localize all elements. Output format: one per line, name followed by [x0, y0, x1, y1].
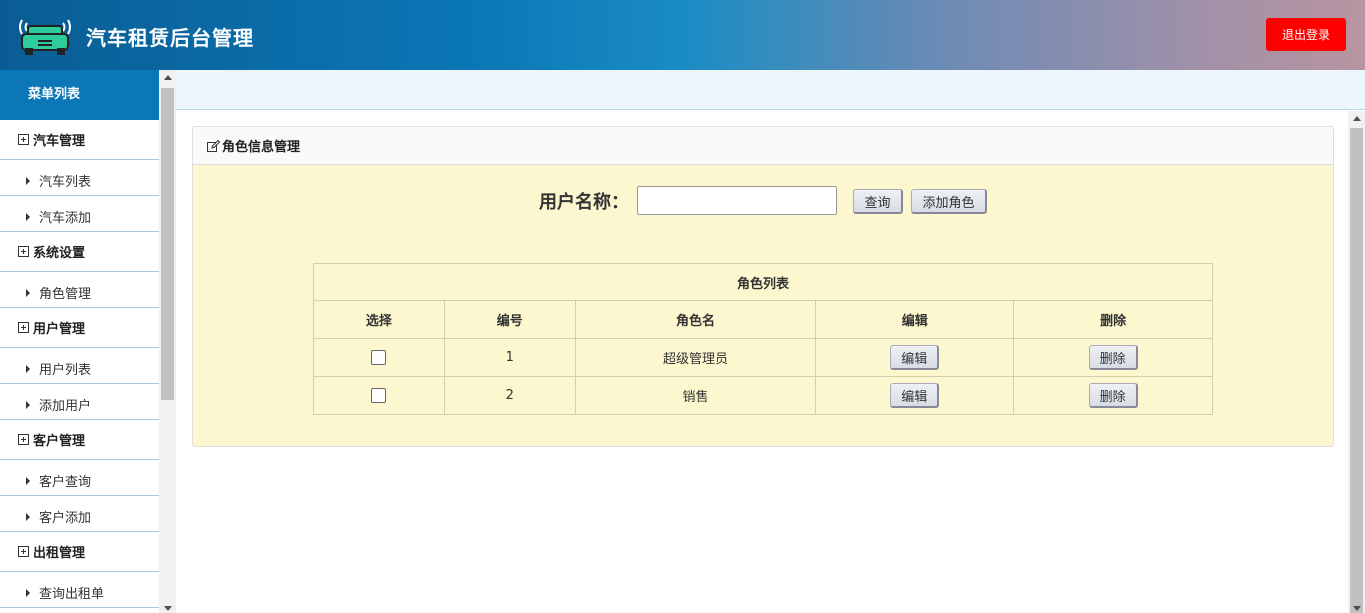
main-toolbar-strip [176, 70, 1365, 110]
sidebar-item-label: 客户查询 [39, 475, 92, 490]
select-cell [313, 376, 445, 415]
sidebar-title: 菜单列表 [0, 70, 159, 120]
sidebar-group-car[interactable]: 汽车管理 [0, 120, 159, 160]
sidebar-group-label: 汽车管理 [33, 134, 86, 149]
edit-icon [207, 139, 220, 152]
sidebar-group-label: 用户管理 [33, 322, 86, 337]
username-label: 用户名称： [539, 192, 629, 213]
edit-button[interactable]: 编辑 [890, 383, 940, 408]
scroll-down-icon[interactable] [164, 606, 172, 611]
table-row: 1 超级管理员 编辑 删除 [313, 338, 1213, 377]
top-header: 汽车租赁后台管理 退出登录 [0, 0, 1365, 70]
table-header-row: 选择 编号 角色名 编辑 删除 [313, 300, 1213, 339]
select-cell [313, 338, 445, 377]
sidebar-group-customer[interactable]: 客户管理 [0, 420, 159, 460]
column-header: 编辑 [815, 300, 1015, 339]
caret-right-icon [26, 588, 30, 597]
scroll-up-icon[interactable] [1353, 116, 1361, 121]
panel-header: 角色信息管理 [193, 127, 1333, 165]
scroll-down-icon[interactable] [1353, 606, 1361, 611]
sidebar-item-label: 客户添加 [39, 511, 92, 526]
sidebar: 菜单列表 汽车管理 汽车列表 汽车添加 系统设置 角色管理 用户管理 用户列表 … [0, 70, 159, 613]
role-name-cell: 销售 [574, 376, 817, 415]
table-row: 2 销售 编辑 删除 [313, 376, 1213, 415]
caret-right-icon [26, 288, 30, 297]
scroll-up-icon[interactable] [164, 75, 172, 80]
sidebar-item-car-list[interactable]: 汽车列表 [0, 160, 159, 196]
sidebar-item-role-manage[interactable]: 角色管理 [0, 272, 159, 308]
sidebar-item-label: 角色管理 [39, 287, 92, 302]
panel-title: 角色信息管理 [222, 140, 301, 155]
sidebar-scrollbar[interactable] [159, 70, 176, 613]
sidebar-item-label: 汽车添加 [39, 211, 92, 226]
caret-right-icon [26, 364, 30, 373]
sidebar-item-customer-add[interactable]: 客户添加 [0, 496, 159, 532]
sidebar-item-label: 用户列表 [39, 363, 92, 378]
caret-right-icon [26, 512, 30, 521]
sidebar-group-label: 客户管理 [33, 434, 86, 449]
search-row: 用户名称： 查询 添加角色 [193, 185, 1333, 217]
scrollbar-thumb[interactable] [161, 88, 174, 400]
sidebar-item-user-add[interactable]: 添加用户 [0, 384, 159, 420]
add-role-button[interactable]: 添加角色 [911, 189, 987, 214]
sidebar-group-user[interactable]: 用户管理 [0, 308, 159, 348]
logout-button[interactable]: 退出登录 [1266, 18, 1346, 51]
sidebar-item-label: 添加用户 [39, 399, 92, 414]
delete-button[interactable]: 删除 [1088, 345, 1138, 370]
column-header: 选择 [313, 300, 445, 339]
edit-cell: 编辑 [815, 338, 1015, 377]
edit-button[interactable]: 编辑 [890, 345, 940, 370]
column-header: 角色名 [574, 300, 817, 339]
id-cell: 2 [443, 376, 576, 415]
expand-icon [18, 434, 29, 445]
sidebar-item-car-add[interactable]: 汽车添加 [0, 196, 159, 232]
table-caption: 角色列表 [313, 263, 1213, 301]
column-header: 编号 [443, 300, 576, 339]
caret-right-icon [26, 476, 30, 485]
main-scrollbar[interactable] [1348, 111, 1365, 613]
sidebar-group-rental[interactable]: 出租管理 [0, 532, 159, 572]
edit-cell: 编辑 [815, 376, 1015, 415]
row-checkbox[interactable] [371, 388, 387, 403]
expand-icon [18, 246, 29, 257]
row-checkbox[interactable] [371, 350, 387, 365]
scrollbar-thumb[interactable] [1350, 128, 1363, 613]
caret-right-icon [26, 212, 30, 221]
app-title: 汽车租赁后台管理 [86, 26, 254, 50]
delete-cell: 删除 [1013, 376, 1213, 415]
role-panel: 角色信息管理 用户名称： 查询 添加角色 角色列表 选择 编号 角色名 编辑 删… [192, 126, 1334, 447]
column-header: 删除 [1013, 300, 1213, 339]
sidebar-item-label: 汽车列表 [39, 175, 92, 190]
expand-icon [18, 546, 29, 557]
delete-cell: 删除 [1013, 338, 1213, 377]
id-cell: 1 [443, 338, 576, 377]
sidebar-group-system[interactable]: 系统设置 [0, 232, 159, 272]
sidebar-item-rental-query[interactable]: 查询出租单 [0, 572, 159, 608]
role-table: 角色列表 选择 编号 角色名 编辑 删除 1 超级管理员 编辑 删除 2 销售 … [313, 263, 1213, 415]
username-input[interactable] [637, 186, 837, 215]
query-button[interactable]: 查询 [853, 189, 903, 214]
sidebar-item-label: 查询出租单 [39, 587, 105, 602]
sidebar-item-user-list[interactable]: 用户列表 [0, 348, 159, 384]
sidebar-item-customer-query[interactable]: 客户查询 [0, 460, 159, 496]
sidebar-group-label: 系统设置 [33, 246, 86, 261]
car-icon [19, 19, 71, 55]
sidebar-group-label: 出租管理 [33, 546, 86, 561]
delete-button[interactable]: 删除 [1088, 383, 1138, 408]
role-name-cell: 超级管理员 [574, 338, 817, 377]
expand-icon [18, 134, 29, 145]
expand-icon [18, 322, 29, 333]
caret-right-icon [26, 400, 30, 409]
caret-right-icon [26, 176, 30, 185]
